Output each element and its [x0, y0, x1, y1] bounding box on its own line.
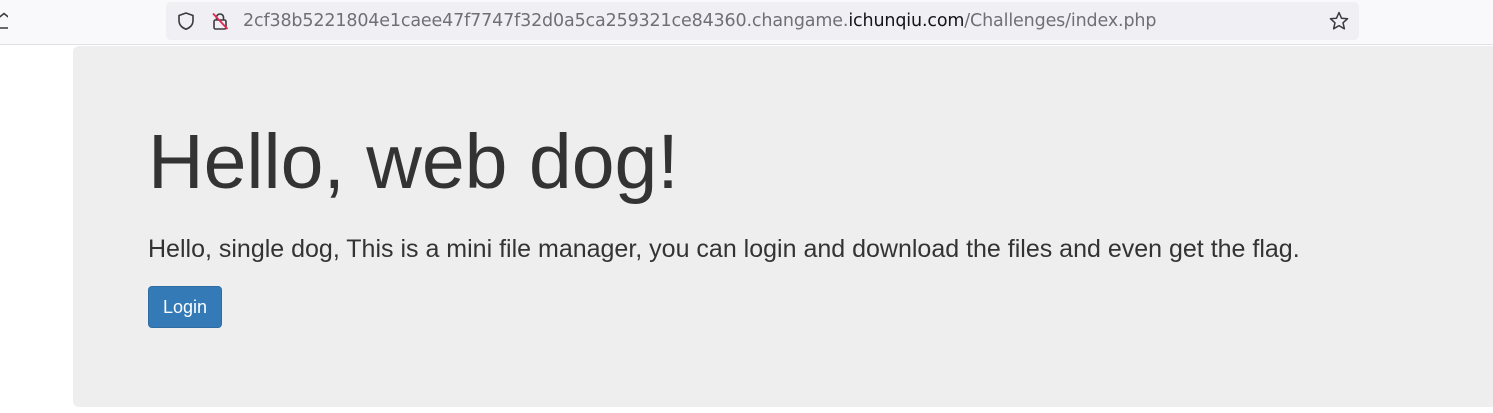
insecure-lock-icon[interactable]	[210, 11, 230, 31]
home-icon[interactable]	[0, 11, 8, 31]
url-prefix: 2cf38b5221804e1caee47f7747f32d0a5ca25932…	[243, 11, 849, 31]
browser-toolbar: 2cf38b5221804e1caee47f7747f32d0a5ca25932…	[0, 0, 1493, 45]
lead-text: Hello, single dog, This is a mini file m…	[148, 235, 1300, 263]
url-text[interactable]: 2cf38b5221804e1caee47f7747f32d0a5ca25932…	[243, 11, 1156, 31]
page-title: Hello, web dog!	[148, 119, 679, 205]
login-button[interactable]: Login	[148, 286, 222, 328]
url-bar[interactable]: 2cf38b5221804e1caee47f7747f32d0a5ca25932…	[166, 2, 1359, 40]
jumbotron: Hello, web dog! Hello, single dog, This …	[73, 46, 1493, 407]
url-path: /Challenges/index.php	[964, 11, 1157, 31]
star-icon[interactable]	[1328, 10, 1350, 32]
shield-icon[interactable]	[176, 11, 196, 31]
url-domain: ichunqiu.com	[848, 11, 965, 31]
